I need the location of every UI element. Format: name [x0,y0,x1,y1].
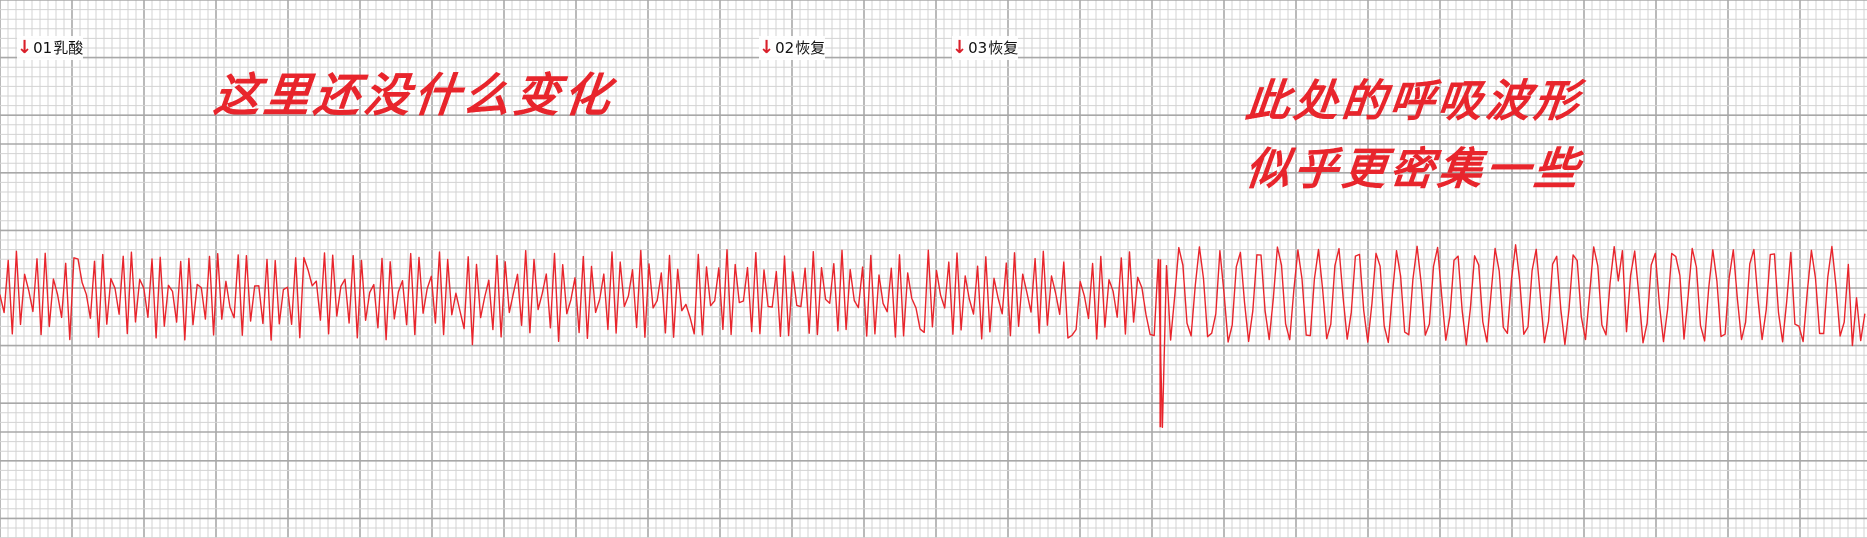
event-marker-03: ↓ 03 恢复 [952,36,1019,60]
handwritten-note-no-change: 这里还没什么变化 [211,68,617,122]
event-marker-02: ↓ 02 恢复 [759,36,826,60]
down-arrow-icon: ↓ [759,37,775,58]
handwritten-note-wave-line2: 似乎更密集一些 [1243,144,1585,195]
respiration-trace-line [0,244,1866,428]
event-marker-01: ↓ 01 乳酸 [17,36,84,60]
handwritten-note-wave-line1: 此处的呼吸波形 [1243,76,1585,127]
down-arrow-icon: ↓ [17,37,33,58]
down-arrow-icon: ↓ [952,37,968,58]
event-marker-label: 恢复 [795,38,826,57]
event-marker-code: 02 [775,38,795,57]
event-marker-label: 乳酸 [53,38,84,57]
event-marker-label: 恢复 [988,38,1019,57]
event-marker-code: 03 [968,38,988,57]
respiration-recording: ↓ 01 乳酸 ↓ 02 恢复 ↓ 03 恢复 这里还没什么变化 此处的呼吸波形… [0,0,1867,538]
event-marker-code: 01 [33,38,53,57]
